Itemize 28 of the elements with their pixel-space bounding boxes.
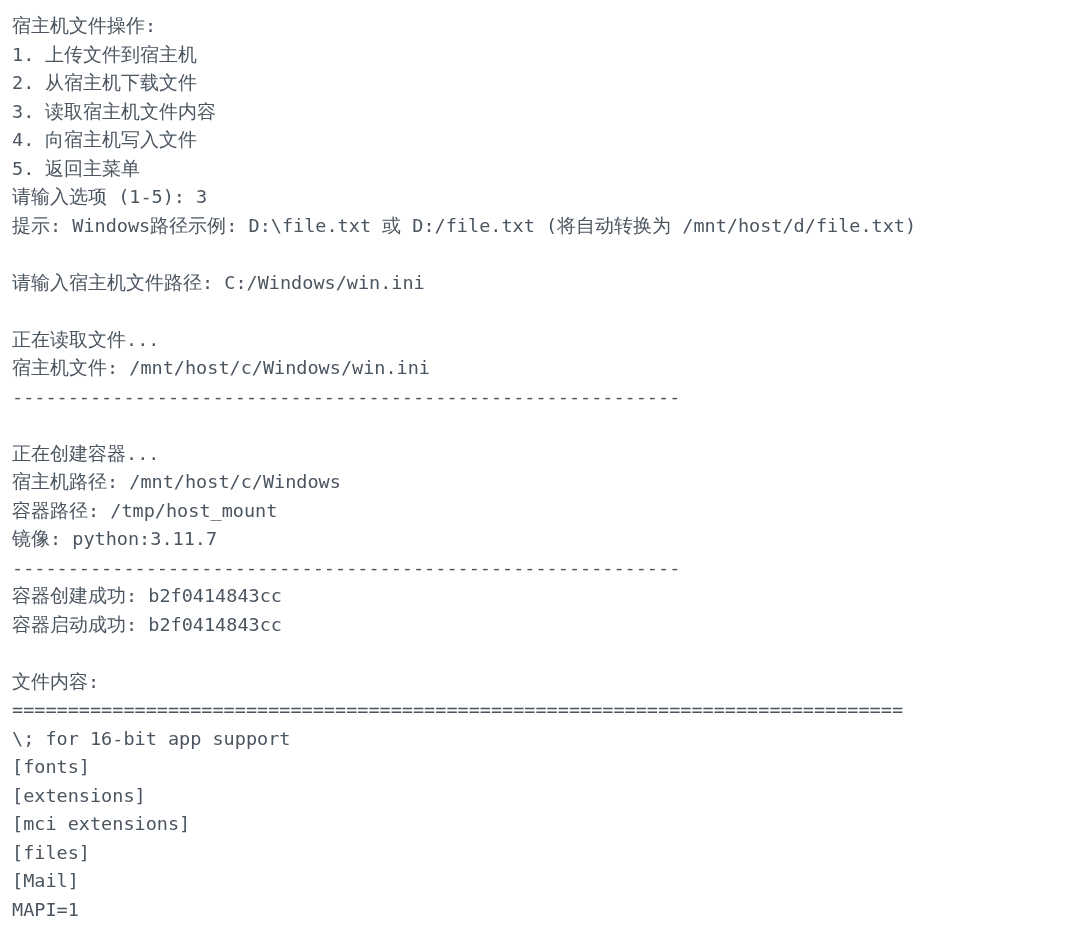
- terminal-line: 1. 上传文件到宿主机: [12, 42, 198, 67]
- terminal-line: [files]: [12, 840, 90, 865]
- terminal-line: [fonts]: [12, 755, 90, 779]
- terminal-line: ------------------------------------------------------------: [12, 384, 681, 409]
- terminal-line: 正在读取文件...: [12, 327, 160, 352]
- terminal-line: \; for 16-bit app support: [12, 726, 291, 751]
- terminal-line: [extensions]: [12, 783, 146, 808]
- terminal-line: 容器路径: /tmp/host_mount: [12, 498, 278, 523]
- terminal-line: 2. 从宿主机下载文件: [12, 71, 198, 95]
- terminal-line: [Mail]: [12, 869, 79, 893]
- terminal-line: 宿主机文件: /mnt/host/c/Windows/win.ini: [12, 356, 430, 380]
- terminal-line: ================================================================================: [12, 698, 904, 722]
- terminal-line: 宿主机路径: /mnt/host/c/Windows: [12, 470, 341, 494]
- terminal-line: 3. 读取宿主机文件内容: [12, 99, 217, 124]
- terminal-line: 容器启动成功: b2f0414843cc: [12, 612, 282, 637]
- terminal-line: 提示: Windows路径示例: D:\file.txt 或 D:/file.txt (将自动转换为 /mnt/host/d/file.txt): [12, 213, 917, 238]
- terminal-line: 文件内容:: [12, 669, 100, 694]
- terminal-line: 镜像: python:3.11.7: [12, 527, 218, 551]
- terminal-line: MAPI=1: [12, 897, 79, 922]
- terminal-line: 正在创建容器...: [12, 441, 160, 466]
- terminal-line: 5. 返回主菜单: [12, 156, 141, 181]
- terminal-line: 请输入宿主机文件路径: C:/Windows/win.ini: [12, 270, 425, 295]
- terminal-line: 容器创建成功: b2f0414843cc: [12, 584, 282, 608]
- terminal-line: 4. 向宿主机写入文件: [12, 128, 198, 152]
- terminal-line: ------------------------------------------------------------: [12, 555, 681, 580]
- terminal-line: 宿主机文件操作:: [12, 14, 157, 38]
- terminal-line: 请输入选项 (1-5): 3: [12, 185, 208, 209]
- terminal-line: [mci extensions]: [12, 812, 191, 836]
